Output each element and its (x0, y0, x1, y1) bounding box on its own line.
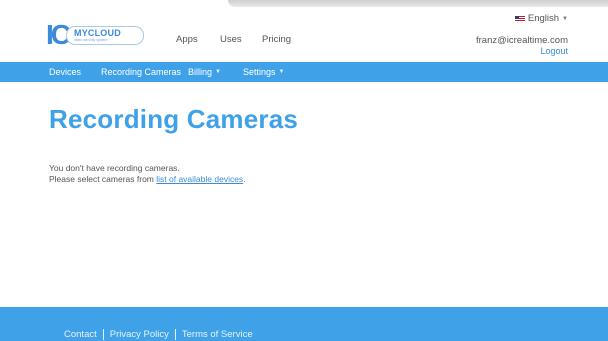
select-cameras-hint: Please select cameras from list of avail… (49, 174, 246, 184)
language-selector[interactable]: English ▼ (514, 13, 568, 24)
footer-links: Contact Privacy Policy Terms of Service (64, 329, 253, 340)
logo-tagline: video security system (74, 38, 108, 42)
logo-badge: MYCLOUD video security system (66, 26, 144, 45)
footer-contact-link[interactable]: Contact (64, 329, 97, 340)
available-devices-link[interactable]: list of available devices (156, 174, 243, 184)
caret-down-icon: ▼ (278, 69, 285, 75)
page-title: Recording Cameras (49, 104, 299, 134)
caret-down-icon: ▼ (562, 15, 568, 22)
main-nav-bar: Devices Recording Cameras Billing ▼ Sett… (0, 62, 608, 82)
top-nav-uses[interactable]: Uses (220, 34, 242, 45)
site-footer: Contact Privacy Policy Terms of Service (0, 307, 608, 341)
top-nav-apps[interactable]: Apps (176, 34, 198, 45)
us-flag-icon (514, 15, 525, 22)
nav-recording-cameras[interactable]: Recording Cameras (101, 67, 181, 77)
footer-separator (174, 329, 176, 340)
logo-name: MYCLOUD (74, 28, 121, 38)
footer-privacy-link[interactable]: Privacy Policy (110, 329, 169, 340)
top-nav-pricing[interactable]: Pricing (262, 34, 291, 45)
user-email: franz@icrealtime.com (476, 35, 568, 46)
logout-link[interactable]: Logout (540, 46, 568, 56)
nav-settings-label: Settings (243, 67, 276, 77)
caret-down-icon: ▼ (215, 69, 221, 75)
nav-billing-label: Billing (188, 67, 213, 77)
language-label: English (527, 13, 560, 24)
nav-billing-dropdown[interactable]: Billing ▼ (188, 67, 221, 77)
empty-state-message: You don't have recording cameras. (49, 163, 180, 173)
footer-separator (102, 329, 104, 340)
mycloud-logo[interactable]: IC MYCLOUD video security system (46, 20, 146, 50)
nav-recording-cameras-label: Recording Cameras (101, 67, 182, 77)
nav-devices-label: Devices (49, 67, 82, 77)
logo-mark: IC (46, 19, 71, 50)
nav-settings-dropdown[interactable]: Settings ▼ (243, 67, 284, 77)
footer-terms-link[interactable]: Terms of Service (182, 329, 253, 340)
site-header: IC MYCLOUD video security system Apps Us… (0, 0, 608, 58)
select-hint-prefix: Please select cameras from (49, 174, 154, 184)
nav-devices[interactable]: Devices (49, 67, 81, 77)
select-hint-suffix: . (243, 174, 246, 184)
